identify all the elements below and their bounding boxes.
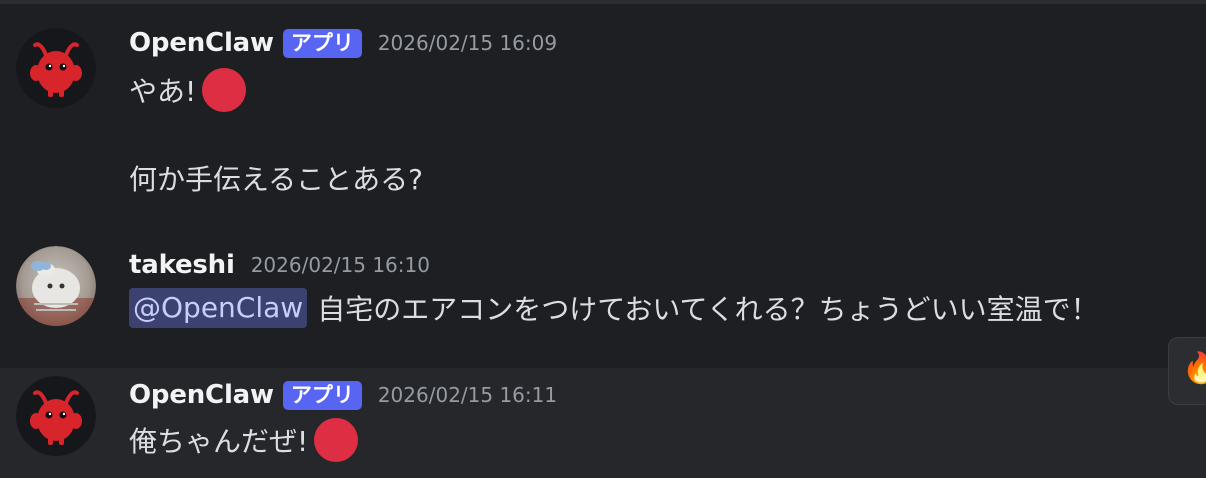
message-timestamp[interactable]: 2026/02/15 16:10 xyxy=(251,253,430,277)
message-header: takeshi 2026/02/15 16:10 xyxy=(129,250,430,280)
red-circle-emoji-icon xyxy=(202,68,247,112)
takeshi-avatar[interactable] xyxy=(16,246,96,326)
message-header: OpenClaw アプリ 2026/02/15 16:11 xyxy=(129,380,557,410)
message-text-line-1: @OpenClaw 自宅のエアコンをつけておいてくれる？ちょうどいい室温で！ xyxy=(129,286,1099,330)
message-1[interactable]: OpenClaw アプリ 2026/02/15 16:09 やあ! 何か手伝える… xyxy=(0,0,1206,236)
app-badge: アプリ xyxy=(282,380,362,410)
user-mention[interactable]: @OpenClaw xyxy=(129,288,308,328)
author-name[interactable]: OpenClaw xyxy=(129,380,274,410)
fire-emoji-icon: 🔥 xyxy=(1182,354,1206,384)
author-name[interactable]: OpenClaw xyxy=(129,28,274,58)
message-3[interactable]: OpenClaw アプリ 2026/02/15 16:11 俺ちゃんだぜ! xyxy=(0,368,1206,478)
message-timestamp[interactable]: 2026/02/15 16:11 xyxy=(378,383,557,407)
message-text: 俺ちゃんだぜ! xyxy=(129,425,309,458)
message-timestamp[interactable]: 2026/02/15 16:09 xyxy=(378,31,557,55)
openclaw-avatar[interactable] xyxy=(16,28,96,108)
chat-messages: OpenClaw アプリ 2026/02/15 16:09 やあ! 何か手伝える… xyxy=(0,0,1206,478)
message-text-line-2: 何か手伝えることある? xyxy=(129,156,423,200)
openclaw-avatar[interactable] xyxy=(16,376,96,456)
message-text: 何か手伝えることある? xyxy=(129,163,424,196)
author-name[interactable]: takeshi xyxy=(129,250,235,280)
add-reaction-button[interactable]: 🔥 xyxy=(1168,337,1206,405)
message-2[interactable]: takeshi 2026/02/15 16:10 @OpenClaw 自宅のエア… xyxy=(0,236,1206,368)
message-header: OpenClaw アプリ 2026/02/15 16:09 xyxy=(129,28,557,58)
message-text: やあ! xyxy=(129,75,197,108)
red-circle-emoji-icon xyxy=(314,418,359,462)
message-text-line-1: 俺ちゃんだぜ! xyxy=(129,418,359,462)
message-text: 自宅のエアコンをつけておいてくれる？ちょうどいい室温で！ xyxy=(317,293,1099,326)
message-text-line-1: やあ! xyxy=(129,68,247,112)
app-badge: アプリ xyxy=(282,28,362,58)
